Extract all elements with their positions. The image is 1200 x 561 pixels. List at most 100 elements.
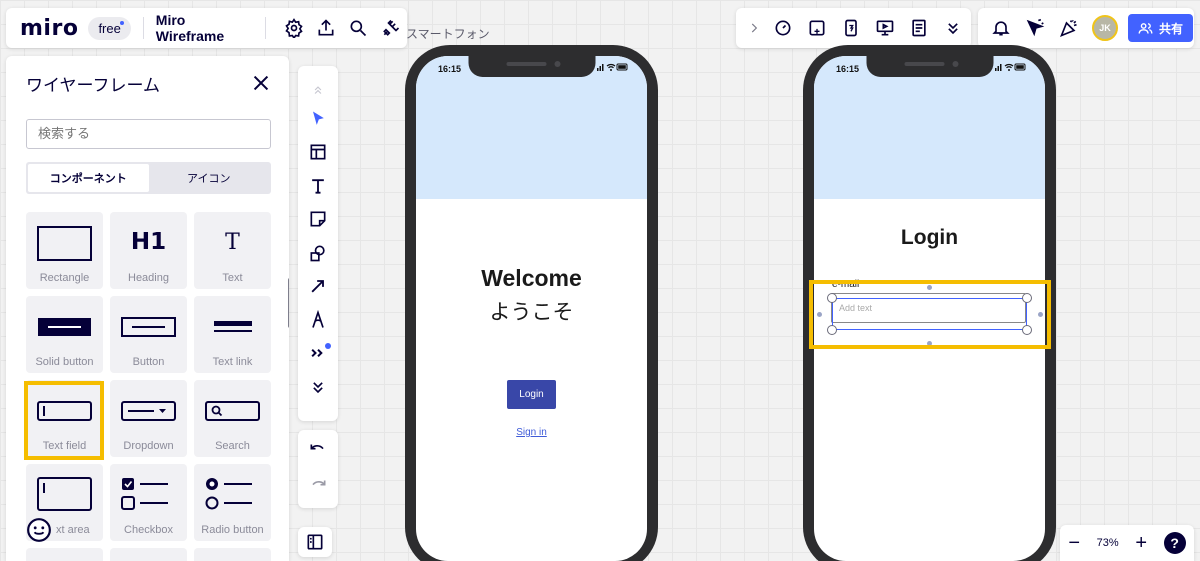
timer-icon[interactable] [766,11,800,45]
celebrate-icon[interactable] [1052,11,1086,45]
component-tile[interactable] [110,548,187,561]
select-cursor-icon[interactable] [302,102,334,136]
component-label: Rectangle [39,272,90,284]
frame-label[interactable]: スマートフォン [406,25,490,42]
solid-button-icon [38,318,91,336]
text-link-icon [214,321,252,332]
miro-logo[interactable]: miro [20,16,78,41]
help-button[interactable]: ? [1163,532,1186,554]
board-panel-toggle[interactable] [298,527,332,557]
users-icon [1138,22,1153,34]
settings-gear-icon[interactable] [278,11,310,45]
tab-icons[interactable]: アイコン [149,164,270,192]
component-tile-solid-button[interactable]: Solid button [26,296,103,373]
phone-notch [866,56,993,77]
component-tile-text-link[interactable]: Text link [194,296,271,373]
search-component-icon [205,401,260,421]
user-avatar[interactable]: JK [1092,15,1118,41]
zoom-level[interactable]: 73% [1097,537,1119,549]
notification-dot [325,342,331,349]
voting-icon[interactable] [834,11,868,45]
welcome-heading[interactable]: Welcome [416,265,647,292]
component-tile-search[interactable]: Search [194,380,271,457]
pen-icon[interactable] [302,303,334,337]
component-label: Text [222,272,243,284]
status-time: 16:15 [438,64,462,74]
more-apps-icon[interactable] [302,337,334,371]
component-label: Radio button [201,524,264,536]
component-tile[interactable] [26,548,103,561]
component-tile[interactable] [194,548,271,561]
tab-components[interactable]: コンポーネント [28,164,149,192]
undo-icon[interactable] [302,434,334,470]
component-tile-heading[interactable]: H1 Heading [110,212,187,289]
component-label: Button [132,356,165,368]
shapes-icon[interactable] [302,236,334,270]
button-icon [121,317,176,337]
search-icon[interactable] [342,11,374,45]
templates-icon[interactable] [302,136,334,170]
more-chevron-down-icon[interactable] [936,11,970,45]
close-icon[interactable] [250,72,272,94]
collapse-up-icon[interactable] [302,78,334,102]
divider [264,17,266,39]
checkbox-icon [121,478,168,510]
highlight-annotation [809,280,1051,349]
notification-bell-icon[interactable] [984,11,1018,45]
component-label: Heading [128,272,169,284]
component-tile-rectangle[interactable]: Rectangle [26,212,103,289]
component-tile-text[interactable]: T Text [194,212,271,289]
cursor-reaction-icon[interactable] [1018,11,1052,45]
component-tile-checkbox[interactable]: Checkbox [110,464,187,541]
text-tool-icon[interactable] [302,169,334,203]
expand-down-icon[interactable] [302,370,334,404]
dropdown-icon [121,401,176,421]
creation-toolbar [298,66,338,421]
redo-icon[interactable] [302,470,334,506]
share-button[interactable]: 共有 [1128,14,1194,42]
phone-frame-welcome[interactable]: 16:15 Welcome ようこそ Login Sign in [405,45,658,561]
upload-icon[interactable] [310,11,342,45]
plan-badge[interactable]: free [88,16,131,40]
collaboration-toolbar [736,8,971,48]
panel-tabs: コンポーネント アイコン [26,162,271,194]
welcome-subheading[interactable]: ようこそ [416,296,647,326]
sticky-note-icon[interactable] [302,203,334,237]
panel-scrollbar[interactable] [288,278,289,328]
zoom-in-button[interactable]: + [1135,533,1147,553]
component-tile-text-field[interactable]: Text field [26,380,103,457]
divider [142,17,144,39]
component-tile-button[interactable]: Button [110,296,187,373]
component-label: Checkbox [124,524,173,536]
component-label: Solid button [35,356,94,368]
component-tile-dropdown[interactable]: Dropdown [110,380,187,457]
wireframe-signin-link[interactable]: Sign in [416,427,647,438]
presentation-icon[interactable] [868,11,902,45]
chat-feedback-icon[interactable] [26,517,52,543]
connection-line-icon[interactable] [302,270,334,304]
panel-title: ワイヤーフレーム [26,76,160,95]
hero-placeholder[interactable] [416,56,647,199]
radio-button-icon [205,478,252,510]
rectangle-icon [37,226,92,261]
status-icons [597,63,628,71]
component-label: Text link [212,356,253,368]
top-left-toolbar: miro free Miro Wireframe [6,8,407,48]
notes-icon[interactable] [902,11,936,45]
wireframe-login-button[interactable]: Login [507,380,556,409]
hero-placeholder[interactable] [814,56,1045,199]
zoom-out-button[interactable]: − [1068,533,1080,553]
share-button-label: 共有 [1159,21,1184,36]
sticky-add-icon[interactable] [800,11,834,45]
board-title[interactable]: Miro Wireframe [156,12,253,44]
plugin-icon[interactable] [375,11,407,45]
login-heading[interactable]: Login [814,226,1045,250]
component-label: Search [215,440,250,452]
undo-redo-toolbar [298,430,338,508]
component-label: Dropdown [123,440,174,452]
sidebar-toggle-icon [307,534,323,550]
component-tile-radio-button[interactable]: Radio button [194,464,271,541]
search-input[interactable] [26,119,271,149]
status-icons [995,63,1026,71]
chevron-right-icon[interactable] [742,11,766,45]
